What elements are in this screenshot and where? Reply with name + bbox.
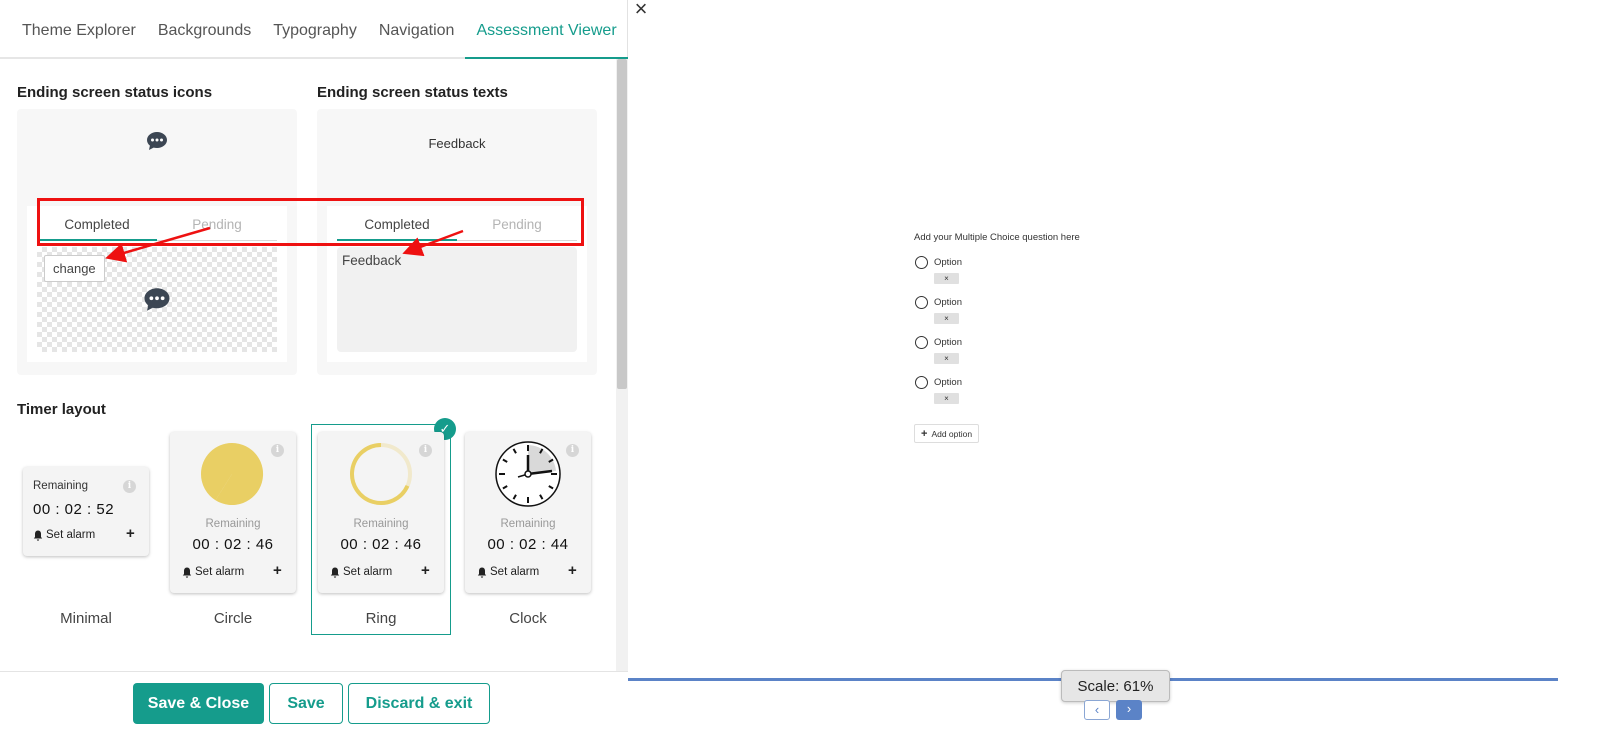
option-radio[interactable]	[915, 256, 928, 269]
add-option-button[interactable]: + Add option	[914, 424, 980, 443]
question-text[interactable]: Add your Multiple Choice question here	[914, 232, 1080, 243]
plus-icon: +	[921, 427, 928, 440]
set-alarm: Set alarm	[330, 566, 392, 578]
close-icon[interactable]: ×	[632, 0, 650, 20]
timer-name-circle: Circle	[213, 610, 253, 627]
option-label[interactable]: Option	[934, 297, 962, 308]
timer-option-clock[interactable]: i Remaining 00 : 02 : 44 Set alarm +	[465, 432, 591, 593]
option-label[interactable]: Option	[934, 377, 962, 388]
option-radio[interactable]	[915, 376, 928, 389]
bell-icon	[477, 567, 487, 578]
timer-option-minimal[interactable]: Remaining 00 : 02 : 52 Set alarm + i	[23, 467, 149, 556]
info-icon: i	[271, 444, 284, 457]
timer-remaining-label: Remaining	[33, 480, 88, 492]
timer-remaining-label: Remaining	[353, 518, 409, 530]
option-radio[interactable]	[915, 336, 928, 349]
remove-option-button[interactable]: ×	[934, 393, 959, 404]
add-option-label: Add option	[931, 428, 973, 439]
annotation-arrows	[105, 226, 464, 263]
timer-time: 00 : 02 : 46	[192, 536, 274, 553]
timer-name-ring: Ring	[365, 610, 397, 627]
option-radio[interactable]	[915, 296, 928, 309]
set-alarm: Set alarm	[182, 566, 244, 578]
plus-icon: +	[568, 562, 577, 579]
chevron-left-icon[interactable]: ‹	[1084, 700, 1110, 720]
timer-time: 00 : 02 : 46	[340, 536, 422, 553]
pie-timer-graphic	[201, 442, 264, 505]
timer-option-ring[interactable]: i Remaining 00 : 02 : 46 Set alarm +	[318, 432, 444, 593]
set-alarm: Set alarm	[33, 529, 95, 541]
remove-option-button[interactable]: ×	[934, 273, 959, 284]
remove-option-button[interactable]: ×	[934, 353, 959, 364]
save-close-button[interactable]: Save & Close	[133, 683, 264, 724]
app-root: Theme Explorer Backgrounds Typography Na…	[0, 0, 1600, 730]
set-alarm-label: Set alarm	[490, 566, 540, 578]
save-button[interactable]: Save	[269, 683, 343, 724]
clock-timer-graphic	[495, 441, 561, 507]
annotation-arrow	[402, 229, 464, 257]
bell-icon	[330, 567, 340, 578]
set-alarm: Set alarm	[477, 566, 539, 578]
timer-remaining-label: Remaining	[500, 518, 556, 530]
set-alarm-label: Set alarm	[46, 529, 96, 541]
timer-remaining-label: Remaining	[205, 518, 261, 530]
discard-exit-button[interactable]: Discard & exit	[348, 683, 490, 724]
timer-name-minimal: Minimal	[60, 610, 112, 627]
plus-icon: +	[126, 525, 135, 542]
plus-icon: +	[421, 562, 430, 579]
option-label[interactable]: Option	[934, 337, 962, 348]
set-alarm-label: Set alarm	[195, 566, 245, 578]
plus-icon: +	[273, 562, 282, 579]
scale-indicator: Scale: 61%	[1061, 670, 1170, 702]
ring-timer-graphic	[350, 443, 412, 505]
set-alarm-label: Set alarm	[343, 566, 393, 578]
timer-name-clock: Clock	[509, 610, 547, 627]
timer-time: 00 : 02 : 52	[33, 501, 115, 518]
bell-icon	[182, 567, 192, 578]
annotation-arrow	[105, 226, 211, 263]
info-icon: i	[419, 444, 432, 457]
timer-time: 00 : 02 : 44	[487, 536, 569, 553]
info-icon: i	[566, 444, 579, 457]
footer-bar: Save & Close Save Discard & exit	[0, 671, 628, 730]
bell-icon	[33, 530, 43, 541]
option-label[interactable]: Option	[934, 257, 962, 268]
timer-option-circle[interactable]: i Remaining 00 : 02 : 46 Set alarm +	[170, 432, 296, 593]
remove-option-button[interactable]: ×	[934, 313, 959, 324]
settings-panel: Theme Explorer Backgrounds Typography Na…	[0, 0, 628, 730]
info-icon: i	[123, 480, 136, 493]
chevron-right-icon[interactable]: ›	[1116, 700, 1142, 720]
timer-layout-title: Timer layout	[17, 401, 106, 418]
